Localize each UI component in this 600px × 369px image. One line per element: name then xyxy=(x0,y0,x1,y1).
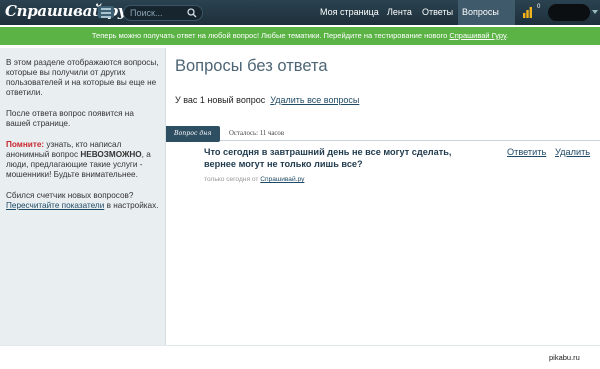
divider xyxy=(220,140,600,141)
delete-link[interactable]: Удалить xyxy=(555,147,590,157)
recount-link[interactable]: Пересчитайте показатели xyxy=(6,201,104,210)
answer-action: Ответить xyxy=(507,147,546,157)
nav-answers[interactable]: Ответы xyxy=(418,0,457,25)
counter-note-text: Сбился счетчик новых вопросов? xyxy=(6,191,134,200)
search-input[interactable] xyxy=(130,7,188,19)
bar-chart-icon[interactable] xyxy=(523,7,532,18)
stats-count: 0 xyxy=(537,4,541,10)
search-box xyxy=(123,5,203,21)
nav-questions[interactable]: Вопросы1 xyxy=(458,0,515,44)
banner-text: Теперь можно получать ответ на любой воп… xyxy=(91,31,450,40)
nav-questions-label: Вопросы xyxy=(462,7,499,17)
top-bar: Спрашивай.ру Моя страница Лента Ответы В… xyxy=(0,0,600,44)
nav-feed[interactable]: Лента xyxy=(383,0,416,25)
question-meta-text: только сегодня от xyxy=(204,176,261,183)
sidebar-counter-note: Сбился счетчик новых вопросов? Пересчитай… xyxy=(6,191,159,211)
sidebar-warning: Помните: узнать, кто написал анонимный в… xyxy=(6,140,159,180)
question-meta: только сегодня от Спрашивай.ру xyxy=(204,176,304,183)
chevron-down-icon[interactable] xyxy=(592,10,598,14)
footer-divider xyxy=(0,345,600,346)
question-text[interactable]: Что сегодня в завтрашний день не все мог… xyxy=(204,146,454,170)
counter-note-end: в настройках. xyxy=(104,201,159,210)
new-questions-count: У вас 1 новый вопрос xyxy=(175,95,266,105)
new-questions-line: У вас 1 новый вопрос Удалить все вопросы xyxy=(175,95,359,105)
announcement-banner: Теперь можно получать ответ на любой воп… xyxy=(0,27,600,45)
delete-action: Удалить xyxy=(555,147,590,157)
question-of-day-tag: Вопрос дня xyxy=(166,126,220,142)
answer-link[interactable]: Ответить xyxy=(507,147,546,157)
user-avatar[interactable] xyxy=(548,4,590,21)
nav-my-page[interactable]: Моя страница xyxy=(316,0,383,25)
sidebar: В этом разделе отображаются вопросы, кот… xyxy=(0,48,166,345)
sidebar-description: В этом разделе отображаются вопросы, кот… xyxy=(6,58,159,97)
warning-label: Помните: xyxy=(6,140,45,149)
sidebar-after-answer-note: После ответа вопрос появится на вашей ст… xyxy=(6,109,134,128)
time-left: Осталось: 11 часов xyxy=(229,130,285,137)
menu-icon[interactable] xyxy=(98,6,114,18)
warning-strong: НЕВОЗМОЖНО xyxy=(80,150,142,159)
page-title: Вопросы без ответа xyxy=(175,57,328,75)
search-icon[interactable] xyxy=(187,8,197,18)
banner-text-end: . xyxy=(506,31,509,40)
delete-all-link[interactable]: Удалить все вопросы xyxy=(270,95,359,105)
watermark: pikabu.ru xyxy=(549,353,580,362)
banner-link-guru[interactable]: Спрашивай Гуру xyxy=(449,31,506,40)
question-author-link[interactable]: Спрашивай.ру xyxy=(260,176,304,183)
